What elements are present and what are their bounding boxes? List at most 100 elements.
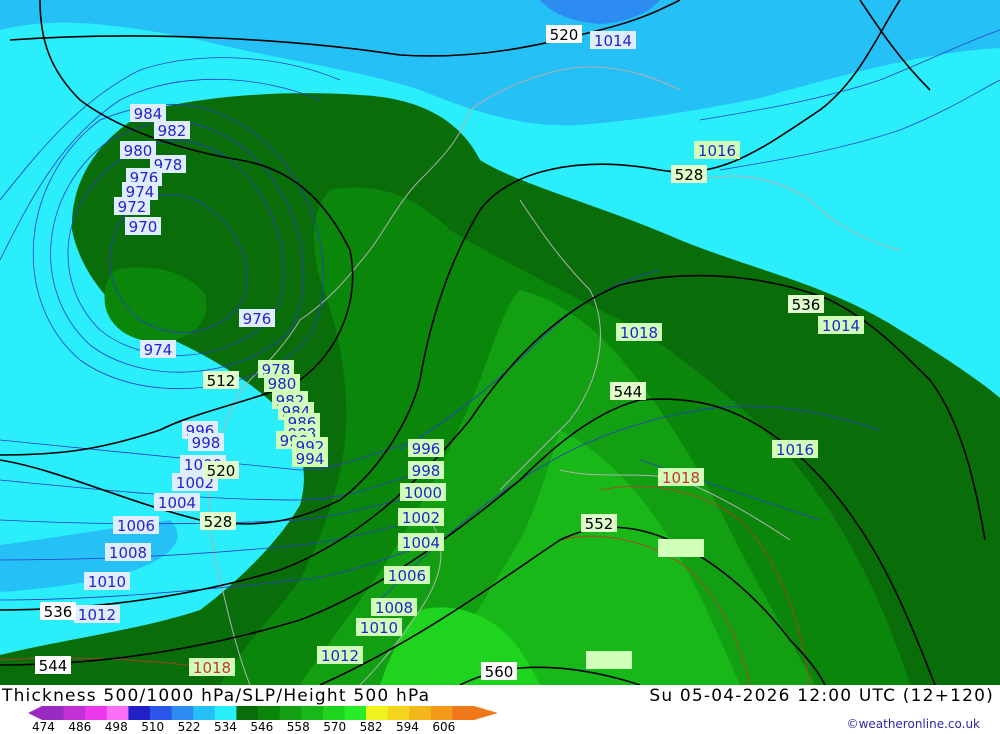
svg-text:1000: 1000	[404, 484, 442, 502]
legend-tick-label: 558	[286, 720, 310, 734]
legend-tick-label: 498	[104, 720, 128, 734]
legend-arrow-left	[28, 706, 42, 720]
legend-swatch	[430, 706, 453, 720]
svg-text:520: 520	[207, 462, 236, 480]
svg-text:982: 982	[158, 122, 187, 140]
slp-label: 1018	[658, 468, 704, 487]
legend-tick-label: 522	[177, 720, 201, 734]
svg-text:976: 976	[243, 310, 272, 328]
svg-text:970: 970	[129, 218, 158, 236]
svg-text:980: 980	[124, 142, 153, 160]
valid-time: Su 05-04-2026 12:00 UTC (12+120)	[649, 686, 994, 706]
legend-tick-label: 594	[396, 720, 419, 734]
height-label: 520	[546, 25, 582, 44]
slp-label: 974	[140, 340, 176, 359]
svg-text:1014: 1014	[822, 317, 860, 335]
legend-swatch	[452, 706, 475, 720]
svg-text:544: 544	[614, 383, 643, 401]
slp-label: 1012	[74, 605, 120, 624]
svg-text:1010: 1010	[88, 573, 126, 591]
svg-text:996: 996	[412, 440, 441, 458]
svg-text:1016: 1016	[776, 441, 814, 459]
svg-text:1002: 1002	[402, 509, 440, 527]
svg-text:1018: 1018	[193, 659, 231, 677]
slp-label: 1014	[818, 316, 864, 335]
svg-text:544: 544	[39, 657, 68, 675]
legend-swatch	[409, 706, 432, 720]
height-label: 512	[203, 371, 239, 390]
svg-text:1010: 1010	[360, 619, 398, 637]
legend-swatch	[214, 706, 237, 720]
legend-swatch	[301, 706, 324, 720]
svg-text:1006: 1006	[388, 567, 426, 585]
slp-label: 1012	[317, 646, 363, 665]
svg-text:1008: 1008	[375, 599, 413, 617]
legend-swatch	[387, 706, 410, 720]
slp-label: 996	[408, 439, 444, 458]
thickness-map: 984 982 980 978 976 974 972 970 976 974 …	[0, 0, 1000, 685]
svg-text:552: 552	[585, 515, 614, 533]
slp-label: 998	[188, 433, 224, 452]
height-label: 528	[671, 165, 707, 184]
slp-label: 1016	[694, 141, 740, 160]
legend-swatch	[236, 706, 259, 720]
slp-label: 1018	[189, 658, 235, 677]
legend-swatch	[258, 706, 281, 720]
legend-swatch	[366, 706, 389, 720]
svg-text:536: 536	[792, 296, 821, 314]
height-label: 536	[788, 295, 824, 314]
legend-swatch	[279, 706, 302, 720]
height-label: 520	[203, 461, 239, 480]
slp-label: 976	[239, 309, 275, 328]
legend-swatch	[106, 706, 129, 720]
height-label: 544	[35, 656, 71, 675]
svg-text:1018: 1018	[662, 469, 700, 487]
slp-label: 1010	[356, 618, 402, 637]
slp-label: 1008	[371, 598, 417, 617]
slp-label: 984	[130, 104, 166, 123]
svg-text:1012: 1012	[78, 606, 116, 624]
slp-label: 1014	[590, 31, 636, 50]
legend-tick-label: 570	[323, 720, 347, 734]
height-label: 544	[610, 382, 646, 401]
legend-tick-label: 510	[141, 720, 165, 734]
svg-text:1004: 1004	[158, 494, 196, 512]
legend-swatch	[128, 706, 151, 720]
svg-text:972: 972	[118, 198, 147, 216]
slp-label: 998	[408, 461, 444, 480]
credit-link[interactable]: ©weatheronline.co.uk	[847, 717, 980, 731]
legend-swatch	[150, 706, 173, 720]
slp-label: 972	[114, 197, 150, 216]
legend-tick-label: 582	[359, 720, 383, 734]
svg-text:1016: 1016	[698, 142, 736, 160]
legend-swatch	[193, 706, 216, 720]
svg-text:974: 974	[144, 341, 173, 359]
slp-label	[586, 651, 632, 669]
legend-swatch	[322, 706, 345, 720]
legend-tick-label: 606	[432, 720, 456, 734]
svg-text:1014: 1014	[594, 32, 632, 50]
slp-label: 1002	[398, 508, 444, 527]
legend-swatch	[42, 706, 65, 720]
legend-swatch	[171, 706, 194, 720]
svg-text:998: 998	[412, 462, 441, 480]
svg-text:512: 512	[207, 372, 236, 390]
legend-swatch	[344, 706, 367, 720]
svg-text:528: 528	[675, 166, 704, 184]
svg-text:984: 984	[134, 105, 163, 123]
slp-label: 994	[292, 449, 328, 468]
slp-label: 1004	[154, 493, 200, 512]
svg-text:528: 528	[204, 513, 233, 531]
legend-tick-label: 474	[32, 720, 55, 734]
legend-tick-label: 546	[250, 720, 274, 734]
height-label: 536	[40, 602, 76, 621]
height-label: 552	[581, 514, 617, 533]
legend-tick-label: 534	[214, 720, 237, 734]
svg-text:1012: 1012	[321, 647, 359, 665]
slp-label	[658, 539, 704, 557]
svg-text:1018: 1018	[620, 324, 658, 342]
slp-label: 1010	[84, 572, 130, 591]
svg-text:998: 998	[192, 434, 221, 452]
slp-label: 982	[154, 121, 190, 140]
svg-text:994: 994	[296, 450, 325, 468]
